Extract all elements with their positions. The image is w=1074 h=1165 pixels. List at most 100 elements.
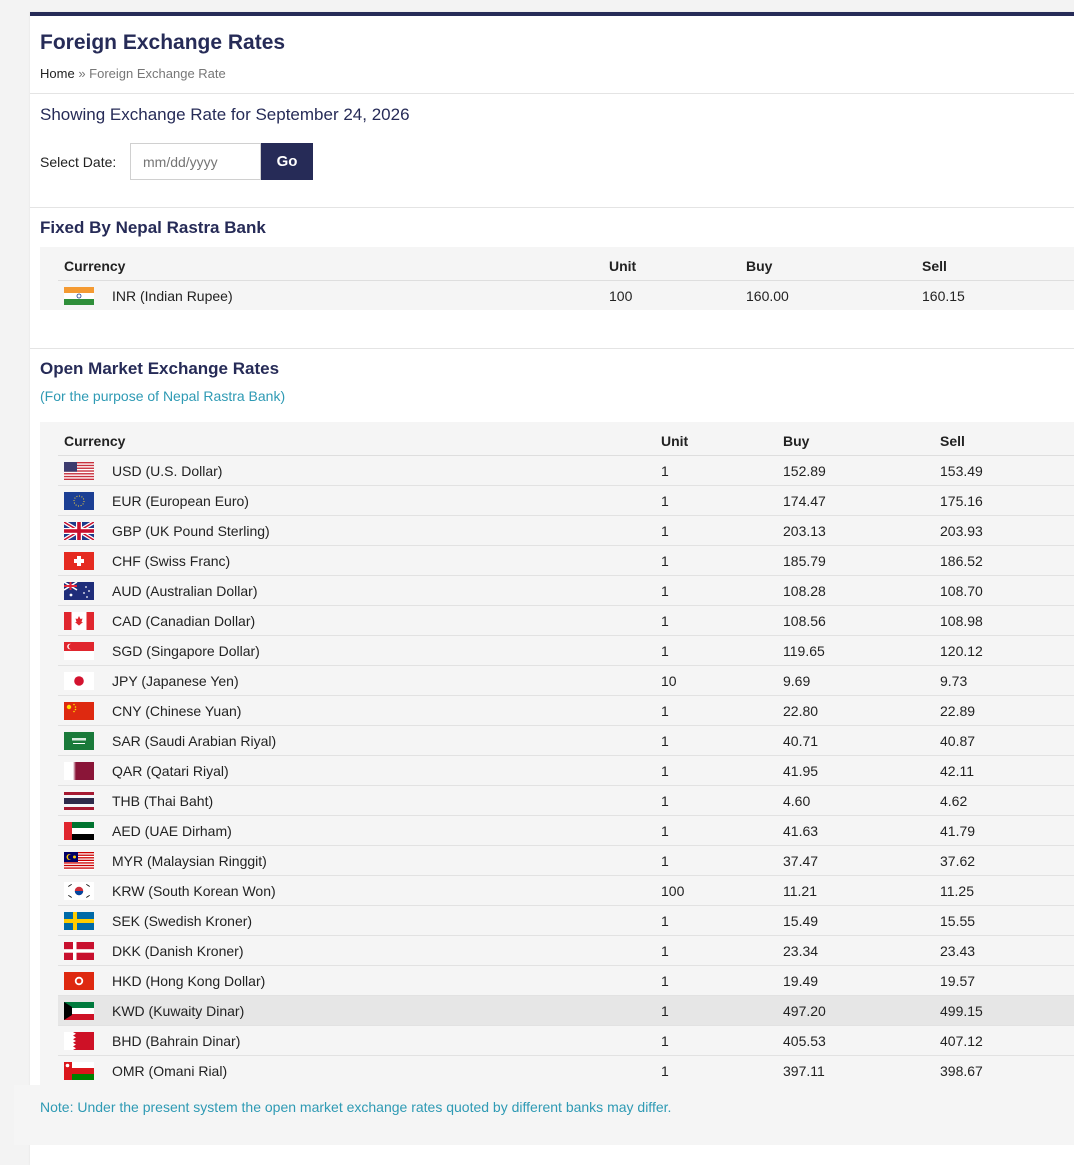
currency-name: GBP (UK Pound Sterling): [112, 522, 270, 539]
buy-cell: 405.53: [777, 1025, 934, 1056]
table-row: OMR (Omani Rial) 1 397.11 398.67: [58, 1056, 1074, 1086]
currency-cell: HKD (Hong Kong Dollar): [58, 965, 655, 996]
currency-cell: CHF (Swiss Franc): [58, 545, 655, 576]
in-flag-icon: [64, 286, 94, 305]
buy-cell: 22.80: [777, 695, 934, 726]
om-flag-icon: [64, 1061, 94, 1080]
currency-cell: USD (U.S. Dollar): [58, 455, 655, 486]
cn-flag-icon: [64, 701, 94, 720]
sell-cell: 153.49: [934, 455, 1074, 486]
buy-cell: 41.95: [777, 755, 934, 786]
currency-cell: SEK (Swedish Kroner): [58, 905, 655, 936]
fixed-rate-table-box: Currency Unit Buy Sell INR (Indian Rupee…: [40, 247, 1074, 310]
currency-cell: MYR (Malaysian Ringgit): [58, 845, 655, 876]
currency-cell: JPY (Japanese Yen): [58, 665, 655, 696]
buy-cell: 152.89: [777, 455, 934, 486]
open-rate-table: Currency Unit Buy Sell USD (U.S. Dollar)…: [58, 422, 1074, 1085]
currency-name: AED (UAE Dirham): [112, 822, 232, 839]
currency-name: CHF (Swiss Franc): [112, 552, 231, 569]
currency-name: KWD (Kuwaity Dinar): [112, 1002, 245, 1019]
sell-cell: 407.12: [934, 1025, 1074, 1056]
select-date-label: Select Date:: [40, 153, 117, 170]
buy-cell: 174.47: [777, 485, 934, 516]
unit-cell: 1: [655, 905, 777, 936]
table-row: CHF (Swiss Franc) 1 185.79 186.52: [58, 545, 1074, 576]
currency-cell: OMR (Omani Rial): [58, 1056, 655, 1086]
column-header-buy: Buy: [777, 422, 934, 456]
fixed-section-title: Fixed By Nepal Rastra Bank: [40, 218, 266, 237]
currency-name: CNY (Chinese Yuan): [112, 702, 242, 719]
table-header-row: Currency Unit Buy Sell: [58, 422, 1074, 456]
currency-name: KRW (South Korean Won): [112, 882, 276, 899]
table-row: AUD (Australian Dollar) 1 108.28 108.70: [58, 575, 1074, 606]
sell-cell: 42.11: [934, 755, 1074, 786]
buy-cell: 119.65: [777, 635, 934, 666]
table-row: QAR (Qatari Riyal) 1 41.95 42.11: [58, 755, 1074, 786]
currency-cell: AUD (Australian Dollar): [58, 575, 655, 606]
dk-flag-icon: [64, 941, 94, 960]
exchange-rate-card: Foreign Exchange Rates Home » Foreign Ex…: [14, 12, 1074, 1165]
unit-cell: 1: [655, 845, 777, 876]
buy-cell: 41.63: [777, 815, 934, 846]
breadcrumb-home-link[interactable]: Home: [40, 66, 75, 81]
currency-cell: THB (Thai Baht): [58, 785, 655, 816]
table-row: INR (Indian Rupee) 100 160.00 160.15: [58, 281, 1074, 311]
go-button[interactable]: Go: [261, 143, 313, 180]
currency-cell: SAR (Saudi Arabian Riyal): [58, 725, 655, 756]
currency-cell: EUR (European Euro): [58, 485, 655, 516]
breadcrumb: Home » Foreign Exchange Rate: [40, 66, 1064, 81]
open-market-note: Note: Under the present system the open …: [14, 1085, 1074, 1145]
currency-name: CAD (Canadian Dollar): [112, 612, 256, 629]
buy-cell: 108.28: [777, 575, 934, 606]
sell-cell: 22.89: [934, 695, 1074, 726]
us-flag-icon: [64, 461, 94, 480]
eu-flag-icon: [64, 491, 94, 510]
table-row: AED (UAE Dirham) 1 41.63 41.79: [58, 815, 1074, 846]
currency-cell: BHD (Bahrain Dinar): [58, 1025, 655, 1056]
unit-cell: 1: [661, 1062, 669, 1079]
date-row: Select Date: Go: [40, 143, 1064, 180]
unit-cell: 1: [655, 815, 777, 846]
kw-flag-icon: [64, 1001, 94, 1020]
open-rate-table-box: Currency Unit Buy Sell USD (U.S. Dollar)…: [14, 422, 1074, 1145]
fixed-rate-table: Currency Unit Buy Sell INR (Indian Rupee…: [58, 247, 1074, 310]
sell-cell: 499.15: [934, 995, 1074, 1026]
unit-cell: 100: [609, 287, 633, 304]
table-row: BHD (Bahrain Dinar) 1 405.53 407.12: [58, 1025, 1074, 1056]
unit-cell: 1: [655, 575, 777, 606]
buy-cell: 11.21: [777, 875, 934, 906]
showing-heading: Showing Exchange Rate for September 24, …: [40, 105, 410, 124]
sell-cell: 160.15: [922, 287, 965, 304]
open-section-title: Open Market Exchange Rates: [40, 359, 280, 378]
sell-cell: 23.43: [934, 935, 1074, 966]
unit-cell: 1: [655, 545, 777, 576]
buy-cell: 40.71: [777, 725, 934, 756]
bh-flag-icon: [64, 1031, 94, 1050]
th-flag-icon: [64, 791, 94, 810]
breadcrumb-separator: »: [78, 66, 86, 81]
au-flag-icon: [64, 581, 94, 600]
date-selector-section: Showing Exchange Rate for September 24, …: [30, 94, 1074, 208]
currency-name: SGD (Singapore Dollar): [112, 642, 260, 659]
table-row: USD (U.S. Dollar) 1 152.89 153.49: [58, 455, 1074, 486]
sell-cell: 108.98: [934, 605, 1074, 636]
open-section-subtitle: (For the purpose of Nepal Rastra Bank): [40, 388, 286, 404]
sell-cell: 11.25: [934, 875, 1074, 906]
buy-cell: 37.47: [777, 845, 934, 876]
unit-cell: 1: [655, 635, 777, 666]
currency-name: USD (U.S. Dollar): [112, 462, 223, 479]
breadcrumb-current: Foreign Exchange Rate: [89, 66, 226, 81]
page-title: Foreign Exchange Rates: [40, 31, 286, 54]
ca-flag-icon: [64, 611, 94, 630]
table-row: DKK (Danish Kroner) 1 23.34 23.43: [58, 935, 1074, 966]
sell-cell: 37.62: [934, 845, 1074, 876]
currency-cell: QAR (Qatari Riyal): [58, 755, 655, 786]
buy-cell: 15.49: [777, 905, 934, 936]
currency-cell: CAD (Canadian Dollar): [58, 605, 655, 636]
unit-cell: 1: [655, 1025, 777, 1056]
date-input[interactable]: [130, 143, 261, 180]
table-row: MYR (Malaysian Ringgit) 1 37.47 37.62: [58, 845, 1074, 876]
currency-cell: SGD (Singapore Dollar): [58, 635, 655, 666]
table-row: JPY (Japanese Yen) 10 9.69 9.73: [58, 665, 1074, 696]
table-row: THB (Thai Baht) 1 4.60 4.62: [58, 785, 1074, 816]
